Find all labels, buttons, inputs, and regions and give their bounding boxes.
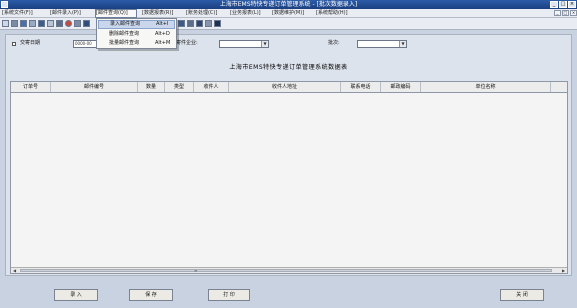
grid-icon[interactable] xyxy=(20,20,27,27)
date-value: 0000-00 xyxy=(75,41,92,46)
close-button[interactable]: 关 闭 xyxy=(500,289,544,301)
dropdown-item-entry-query[interactable]: 录入邮件查询 Alt+I xyxy=(98,20,175,29)
batch-select[interactable]: ▼ xyxy=(357,40,407,48)
column-header[interactable]: 联系电话 xyxy=(341,82,381,92)
data-grid[interactable]: 订单号 邮件编号 数量 类型 收件人 收件人地址 联系电话 邮政编码 单位名称 … xyxy=(10,81,568,274)
main-panel: 交寄日期 0000-00 寄件企业: ▼ 批次: ▼ 上海市EMS特快专递订单管… xyxy=(5,34,572,276)
column-header[interactable]: 邮件编号 xyxy=(51,82,138,92)
dropdown-item-label: 删除邮件查询 xyxy=(109,31,140,37)
dropdown-item-delete-query[interactable]: 删除邮件查询 Alt+D xyxy=(98,30,175,39)
menu-system-file[interactable]: [系统文件(F)] xyxy=(2,9,33,18)
menu-data-maintenance[interactable]: [数据维护(M)] xyxy=(272,9,304,18)
new-icon[interactable] xyxy=(2,20,9,27)
dropdown-item-label: 批量邮件查询 xyxy=(109,40,140,46)
column-header[interactable]: 类型 xyxy=(165,82,194,92)
print-button[interactable]: 打 印 xyxy=(208,289,250,301)
print-icon[interactable] xyxy=(11,20,18,27)
date-checkbox[interactable] xyxy=(12,42,16,46)
scroll-left-icon[interactable]: ◀ xyxy=(11,268,18,273)
menu-accounting[interactable]: [账务处理(C)] xyxy=(186,9,217,18)
record-button[interactable]: 录 入 xyxy=(54,289,98,301)
dropdown-item-batch-query[interactable]: 批量邮件查询 Alt+M xyxy=(98,39,175,48)
column-header[interactable]: 单位名称 xyxy=(421,82,551,92)
report-icon[interactable] xyxy=(196,20,203,27)
stop-icon[interactable] xyxy=(65,20,72,27)
column-header[interactable]: 邮政编码 xyxy=(381,82,421,92)
dropdown-item-shortcut: Alt+I xyxy=(156,21,169,27)
mdi-minimize-button[interactable]: _ xyxy=(554,10,561,16)
mail-query-dropdown: 录入邮件查询 Alt+I 删除邮件查询 Alt+D 批量邮件查询 Alt+M xyxy=(96,18,177,49)
column-header[interactable]: 交 xyxy=(551,82,567,92)
mdi-close-button[interactable]: × xyxy=(570,10,577,16)
company-select[interactable]: ▼ xyxy=(219,40,269,48)
mdi-restore-button[interactable]: □ xyxy=(562,10,569,16)
menu-data-report[interactable]: [数据报表(R)] xyxy=(142,9,173,18)
toolbar xyxy=(0,18,577,30)
minimize-button[interactable]: _ xyxy=(550,1,558,8)
bottom-button-bar: 录 入 保 存 打 印 关 闭 xyxy=(0,282,577,308)
column-header[interactable]: 收件人 xyxy=(194,82,229,92)
settings-icon[interactable] xyxy=(74,20,81,27)
column-header[interactable]: 订单号 xyxy=(11,82,51,92)
menu-bar: [系统文件(F)] [邮件录入(P)] [邮件查询(Q)] [数据报表(R)] … xyxy=(0,9,577,18)
export-icon[interactable] xyxy=(56,20,63,27)
scroll-thumb[interactable] xyxy=(20,269,552,272)
report-title: 上海市EMS特快专递订单管理系统数据表 xyxy=(229,64,348,71)
maximize-button[interactable]: □ xyxy=(559,1,567,8)
dropdown-item-shortcut: Alt+M xyxy=(155,40,171,46)
company-label: 寄件企业: xyxy=(176,40,198,46)
date-label: 交寄日期 xyxy=(20,40,41,46)
menu-mail-entry[interactable]: [邮件录入(P)] xyxy=(50,9,81,18)
calculator-icon[interactable] xyxy=(205,20,212,27)
menu-system-help[interactable]: [系统帮助(H)] xyxy=(316,9,348,18)
grid-header: 订单号 邮件编号 数量 类型 收件人 收件人地址 联系电话 邮政编码 单位名称 … xyxy=(11,82,567,93)
dropdown-item-label: 录入邮件查询 xyxy=(110,21,141,27)
chevron-down-icon: ▼ xyxy=(399,41,406,47)
window-controls: _ □ × xyxy=(550,1,576,8)
column-header[interactable]: 数量 xyxy=(138,82,165,92)
window-title: 上海市EMS特快专递订单管理系统 - [批次数据录入] xyxy=(219,1,358,8)
folder-icon[interactable] xyxy=(83,20,90,27)
table-icon[interactable] xyxy=(38,20,45,27)
exit-icon[interactable] xyxy=(214,20,221,27)
list-view-icon[interactable] xyxy=(178,20,185,27)
list-icon[interactable] xyxy=(29,20,36,27)
grip-icon: ≡ xyxy=(194,268,198,273)
menu-business-report[interactable]: [业务报表(L)] xyxy=(230,9,261,18)
scroll-right-icon[interactable]: ▶ xyxy=(560,268,567,273)
document-icon[interactable] xyxy=(47,20,54,27)
column-header[interactable]: 收件人地址 xyxy=(229,82,341,92)
mdi-controls: _ □ × xyxy=(554,10,577,16)
horizontal-scrollbar[interactable]: ◀ ≡ ▶ xyxy=(11,267,567,273)
close-window-button[interactable]: × xyxy=(568,1,576,8)
grid-view-icon[interactable] xyxy=(187,20,194,27)
menu-mail-query[interactable]: [邮件查询(Q)] xyxy=(95,9,137,18)
dropdown-item-shortcut: Alt+D xyxy=(155,31,170,37)
batch-label: 批次: xyxy=(328,40,340,46)
chevron-down-icon: ▼ xyxy=(261,41,268,47)
title-bar: 上海市EMS特快专递订单管理系统 - [批次数据录入] _ □ × xyxy=(0,0,577,9)
save-button[interactable]: 保 存 xyxy=(129,289,173,301)
